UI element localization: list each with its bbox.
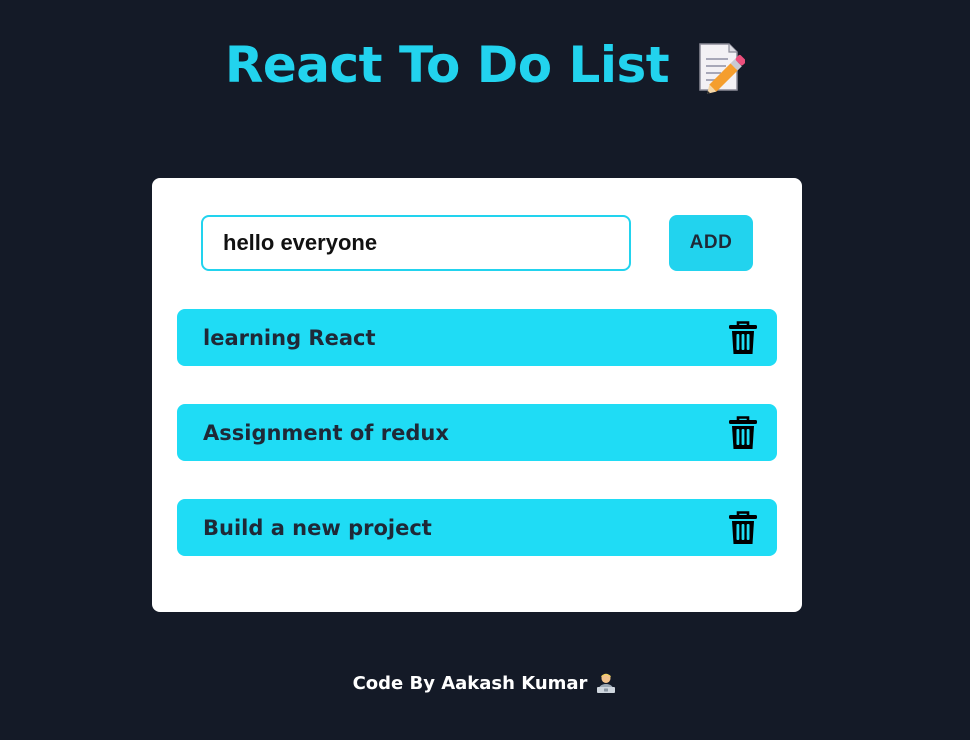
todo-text: Assignment of redux [203,420,449,445]
todo-item: learning React [177,309,777,366]
todo-item: Assignment of redux [177,404,777,461]
todo-item: Build a new project [177,499,777,556]
header: React To Do List [0,32,970,98]
todo-text: Build a new project [203,515,432,540]
technologist-icon [595,672,617,694]
trash-icon[interactable] [727,320,759,356]
todo-input[interactable] [201,215,631,271]
footer: Code By Aakash Kumar [0,672,970,694]
page-title: React To Do List [224,36,670,94]
todo-card: ADD learning React Assignment of redux [152,178,802,612]
add-button[interactable]: ADD [669,215,753,271]
trash-icon[interactable] [727,415,759,451]
todo-text: learning React [203,325,376,350]
trash-icon[interactable] [727,510,759,546]
memo-icon [695,40,747,94]
footer-credit: Code By Aakash Kumar [352,672,588,694]
